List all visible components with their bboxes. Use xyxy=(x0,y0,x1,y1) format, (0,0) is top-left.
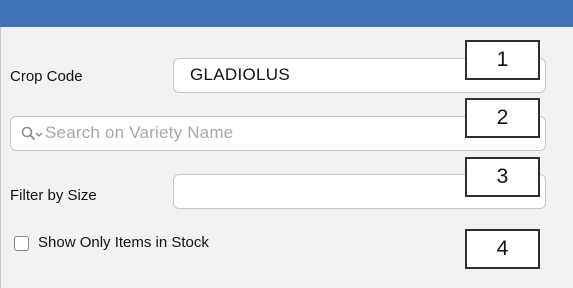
crop-code-label: Crop Code xyxy=(10,68,83,85)
in-stock-label: Show Only Items in Stock xyxy=(38,234,209,251)
search-placeholder: Search on Variety Name xyxy=(45,123,234,142)
filter-size-label: Filter by Size xyxy=(10,187,97,204)
callout-2: 2 xyxy=(465,98,540,138)
search-icon xyxy=(21,126,43,147)
callout-3: 3 xyxy=(465,157,540,197)
callout-4: 4 xyxy=(465,229,540,269)
in-stock-checkbox[interactable] xyxy=(14,236,29,251)
crop-code-value: GLADIOLUS xyxy=(190,65,291,84)
window-title-bar xyxy=(0,0,573,27)
callout-1: 1 xyxy=(465,40,540,80)
filter-panel: Crop Code GLADIOLUS Search on Variety Na… xyxy=(0,27,573,288)
